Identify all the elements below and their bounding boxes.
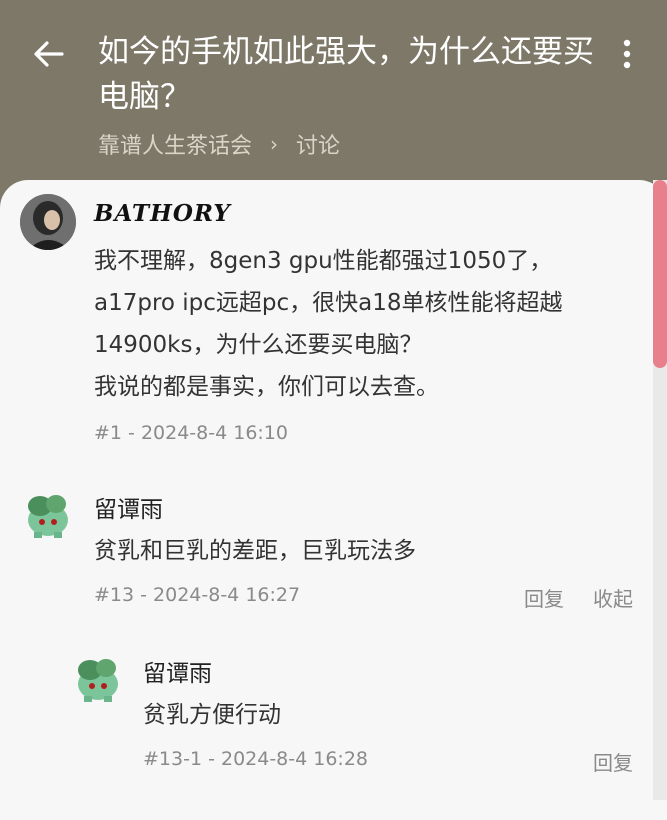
avatar[interactable] (20, 486, 76, 542)
thread-card: BATHORY 我不理解，8gen3 gpu性能都强过1050了， a17pro… (0, 180, 667, 820)
post-content-line: 14900ks，为什么还要买电脑？ (94, 332, 423, 358)
post-content: 我不理解，8gen3 gpu性能都强过1050了， a17pro ipc远超pc… (94, 240, 634, 408)
reply-button[interactable]: 回复 (524, 583, 564, 612)
more-options-button[interactable] (612, 36, 642, 72)
collapse-button[interactable]: 收起 (593, 583, 633, 612)
post-content-line: a17pro ipc远超pc，很快a18单核性能将超越 (94, 290, 563, 316)
post-content: 贫乳方便行动 (143, 702, 281, 728)
post-content-line: 我不理解，8gen3 gpu性能都强过1050了， (94, 248, 553, 274)
top-app-bar: 如今的手机如此强大，为什么还要买电脑？ 靠谱人生茶话会 › 讨论 (0, 0, 667, 182)
avatar[interactable] (70, 650, 126, 706)
avatar[interactable] (20, 194, 76, 250)
breadcrumb: 靠谱人生茶话会 › 讨论 (98, 128, 340, 160)
breadcrumb-forum-link[interactable]: 靠谱人生茶话会 (98, 128, 252, 160)
post-meta: #13 - 2024-8-4 16:27 (94, 584, 301, 606)
chevron-right-icon: › (270, 132, 279, 156)
page-title: 如今的手机如此强大，为什么还要买电脑？ (98, 34, 594, 115)
reply-button[interactable]: 回复 (593, 747, 633, 776)
breadcrumb-section-link[interactable]: 讨论 (296, 128, 340, 160)
post-content: 贫乳和巨乳的差距，巨乳玩法多 (94, 538, 416, 564)
back-button[interactable] (28, 36, 68, 72)
post-username[interactable]: 留谭雨 (94, 490, 163, 524)
post-username[interactable]: 留谭雨 (143, 654, 212, 688)
arrow-left-icon (34, 41, 64, 67)
scrollbar-thumb[interactable] (653, 180, 667, 368)
more-vertical-icon (623, 39, 631, 69)
post-meta: #1 - 2024-8-4 16:10 (94, 422, 288, 444)
post-content-line: 我说的都是事实，你们可以去查。 (94, 374, 439, 400)
avatar-image (20, 194, 76, 250)
post-username[interactable]: BATHORY (94, 200, 231, 227)
post-meta: #13-1 - 2024-8-4 16:28 (143, 748, 369, 770)
avatar-image (78, 659, 118, 702)
avatar-image (28, 495, 68, 538)
